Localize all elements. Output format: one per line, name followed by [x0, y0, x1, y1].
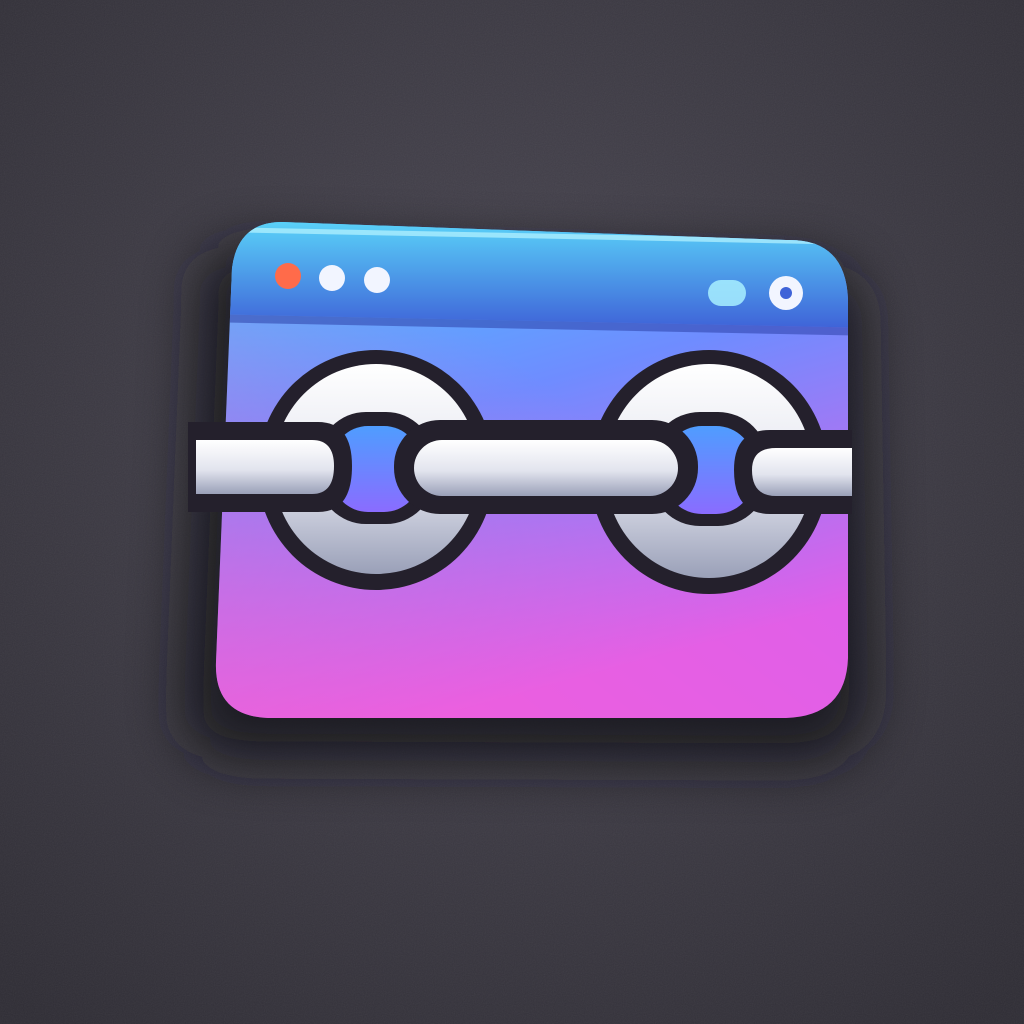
maximize-dot-icon[interactable]	[364, 267, 390, 293]
chain-bar-middle	[394, 420, 698, 514]
browser-chain-illustration	[0, 0, 1024, 1024]
chain-bar-left	[188, 422, 352, 512]
circle-icon[interactable]	[769, 276, 803, 310]
icon-canvas	[0, 0, 1024, 1024]
chain-bar-right	[734, 430, 852, 514]
minimize-dot-icon[interactable]	[319, 265, 345, 291]
close-dot-icon[interactable]	[275, 263, 301, 289]
pill-icon[interactable]	[708, 280, 746, 306]
